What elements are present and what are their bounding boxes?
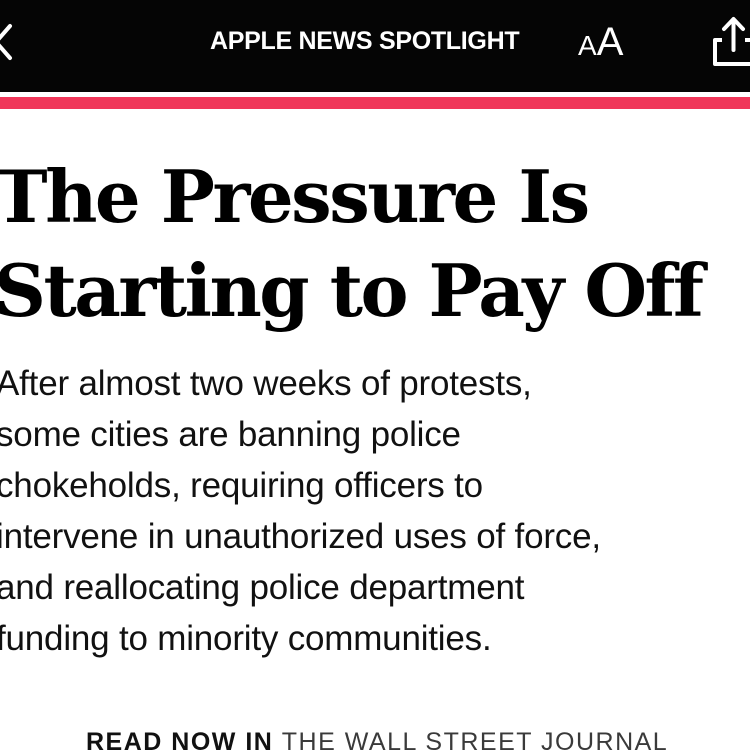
subhead-line-4: intervene in unauthorized uses of force,: [0, 517, 601, 556]
chevron-left-icon[interactable]: [0, 22, 14, 62]
text-size-large-label: A: [596, 20, 624, 64]
subhead-line-1: After almost two weeks of protests,: [0, 364, 532, 403]
read-now-link[interactable]: READ NOW IN THE WALL STREET JOURNAL: [86, 728, 668, 750]
subhead-line-5: and reallocating police department: [0, 568, 525, 607]
headline-line-1: The Pressure Is: [0, 154, 590, 239]
subhead-line-3: chokeholds, requiring officers to: [0, 466, 483, 505]
top-bar: APPLE NEWS SPOTLIGHT AA: [0, 0, 750, 92]
headline-line-2: Starting to Pay Off: [0, 248, 704, 333]
accent-stripe: [0, 97, 750, 109]
subhead-line-6: funding to minority communities.: [0, 619, 492, 658]
text-size-small-label: A: [578, 30, 597, 61]
publisher-name: THE WALL STREET JOURNAL: [281, 728, 669, 750]
share-icon[interactable]: [712, 14, 750, 68]
article-subhead: After almost two weeks of protests, some…: [0, 358, 750, 664]
read-now-prefix: READ NOW IN: [86, 728, 282, 750]
section-title: APPLE NEWS SPOTLIGHT: [210, 27, 520, 55]
article-headline: The Pressure Is Starting to Pay Off: [0, 150, 750, 338]
text-size-button[interactable]: AA: [578, 20, 623, 64]
subhead-line-2: some cities are banning police: [0, 415, 461, 454]
